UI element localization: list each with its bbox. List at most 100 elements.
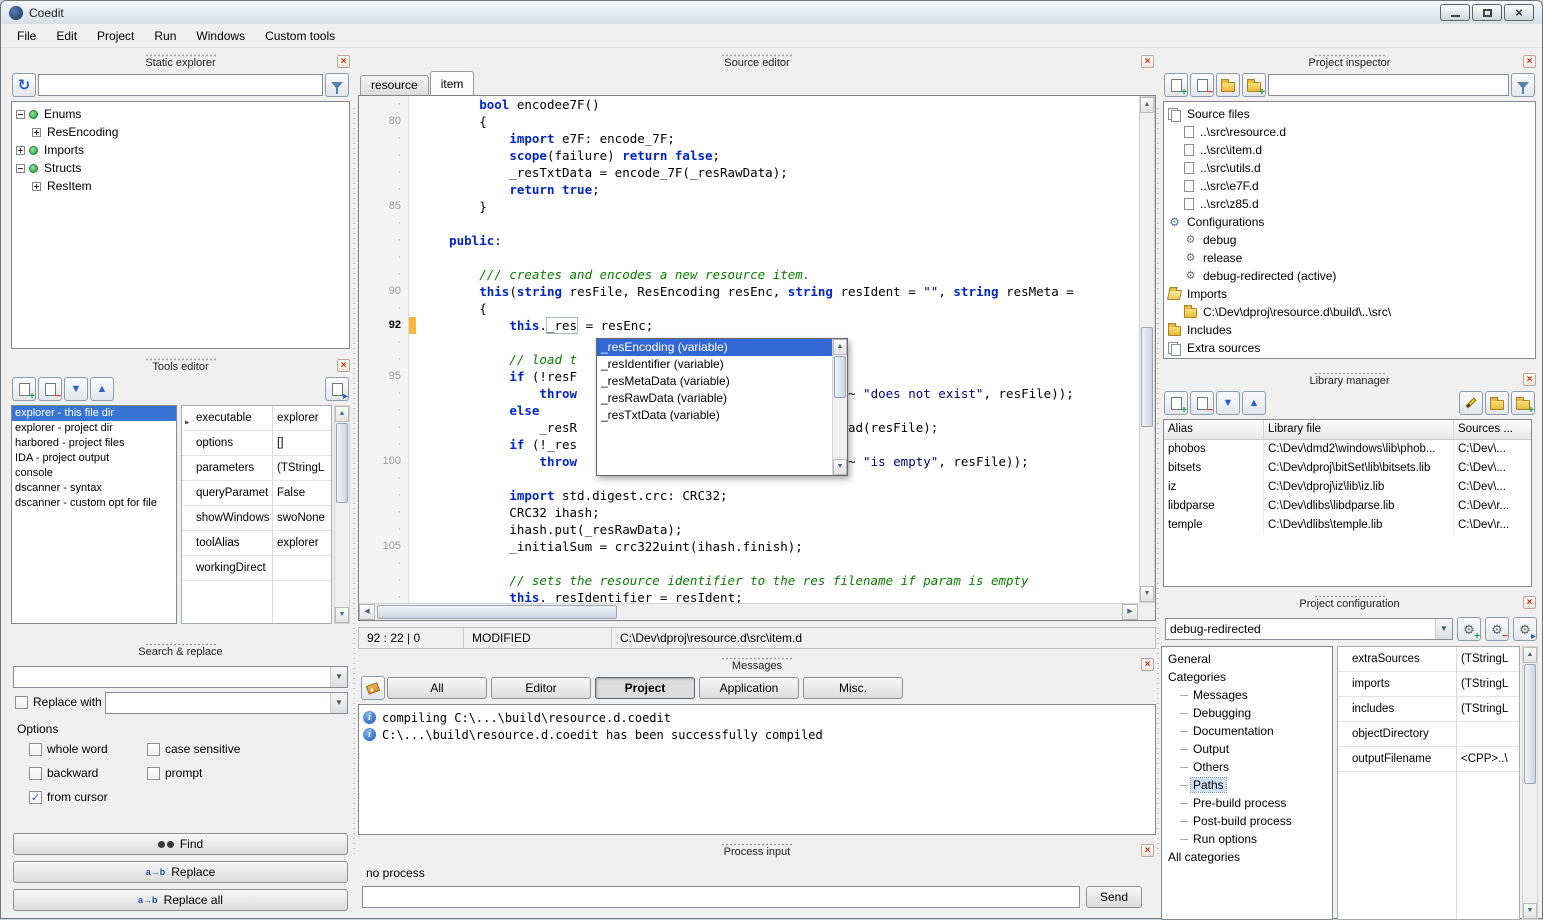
add-library-button[interactable]: + xyxy=(1164,391,1188,415)
column-header[interactable]: Alias xyxy=(1164,420,1264,439)
search-replace-header[interactable]: Search & replace xyxy=(9,642,352,660)
code-line[interactable]: · public: xyxy=(359,232,1138,249)
tool-item[interactable]: IDA - project output xyxy=(12,451,176,466)
panel-close-icon[interactable]: × xyxy=(1141,658,1154,671)
left-splitter[interactable] xyxy=(353,108,355,858)
scroll-down-icon[interactable]: ▼ xyxy=(335,607,349,623)
menu-item-custom-tools[interactable]: Custom tools xyxy=(255,26,345,46)
category-item[interactable]: Debugging xyxy=(1162,704,1332,722)
configuration-scrollbar[interactable]: ▲ ▼ xyxy=(1522,646,1538,920)
symbol-item[interactable]: ResEncoding xyxy=(12,123,349,141)
config-property-row[interactable]: outputFilename<CPP>..\ xyxy=(1338,747,1519,772)
completion-item[interactable]: _resIdentifier (variable) xyxy=(597,356,832,373)
edit-library-button[interactable] xyxy=(1459,391,1483,415)
menu-item-windows[interactable]: Windows xyxy=(186,26,255,46)
scroll-up-icon[interactable]: ▲ xyxy=(1140,97,1154,113)
code-line[interactable]: 92 this._res = resEnc; xyxy=(359,317,1138,334)
project-item[interactable]: Source files xyxy=(1164,105,1535,123)
code-line[interactable]: 85 } xyxy=(359,198,1138,215)
expand-icon[interactable] xyxy=(32,128,41,137)
menu-item-file[interactable]: File xyxy=(7,26,46,46)
panel-close-icon[interactable]: × xyxy=(1523,373,1536,386)
code-line[interactable]: · CRC32 ihash; xyxy=(359,504,1138,521)
remove-library-button[interactable]: − xyxy=(1190,391,1214,415)
library-row[interactable]: phobosC:\Dev\dmd2\windows\lib\phob...C:\… xyxy=(1164,440,1531,459)
code-line[interactable]: · xyxy=(359,215,1138,232)
category-item[interactable]: General xyxy=(1162,650,1332,668)
category-item[interactable]: Pre-build process xyxy=(1162,794,1332,812)
scroll-up-icon[interactable]: ▲ xyxy=(833,339,847,355)
tools-grid-scrollbar[interactable]: ▲ ▼ xyxy=(334,405,350,624)
filter-button[interactable] xyxy=(325,73,349,97)
code-line[interactable]: · import std.digest.crc: CRC32; xyxy=(359,487,1138,504)
chevron-down-icon[interactable]: ▼ xyxy=(1435,619,1452,639)
scroll-down-icon[interactable]: ▼ xyxy=(1523,903,1537,919)
move-library-up-button[interactable]: ▲ xyxy=(1242,391,1266,415)
tool-property-row[interactable]: options[] xyxy=(182,431,331,456)
library-row[interactable]: libdparseC:\Dev\dlibs\libdparse.libC:\De… xyxy=(1164,497,1531,516)
project-item[interactable]: Extra sources xyxy=(1164,339,1535,357)
category-item[interactable]: Messages xyxy=(1162,686,1332,704)
config-property-row[interactable]: extraSources(TStringL xyxy=(1338,647,1519,672)
search-term-combobox[interactable]: ▼ xyxy=(13,666,348,688)
completion-item[interactable]: _resRawData (variable) xyxy=(597,390,832,407)
project-inspector-header[interactable]: Project inspector × xyxy=(1161,53,1538,71)
library-row[interactable]: izC:\Dev\dproj\iz\lib\iz.libC:\Dev\... xyxy=(1164,478,1531,497)
config-property-value[interactable]: (TStringL xyxy=(1456,653,1519,665)
category-item[interactable]: Others xyxy=(1162,758,1332,776)
tool-item[interactable]: harbored - project files xyxy=(12,436,176,451)
code-line[interactable]: · return true; xyxy=(359,181,1138,198)
tab-item[interactable]: item xyxy=(430,71,475,95)
tool-item[interactable]: explorer - this file dir xyxy=(12,406,176,421)
scroll-up-icon[interactable]: ▲ xyxy=(335,406,349,422)
move-tool-up-button[interactable]: ▲ xyxy=(90,377,114,401)
config-property-row[interactable]: includes(TStringL xyxy=(1338,697,1519,722)
category-item[interactable]: All categories xyxy=(1162,848,1332,866)
replace-all-button[interactable]: a→b Replace all xyxy=(13,889,348,911)
tool-property-value[interactable]: explorer xyxy=(272,412,331,424)
tool-item[interactable]: dscanner - syntax xyxy=(12,481,176,496)
config-property-value[interactable]: <CPP>..\ xyxy=(1456,753,1519,765)
completion-item[interactable]: _resMetaData (variable) xyxy=(597,373,832,390)
menu-item-project[interactable]: Project xyxy=(87,26,144,46)
collapse-icon[interactable] xyxy=(16,164,25,173)
config-property-value[interactable]: (TStringL xyxy=(1456,678,1519,690)
project-item[interactable]: ⚙Configurations xyxy=(1164,213,1535,231)
tool-property-value[interactable]: [] xyxy=(272,437,331,449)
close-button[interactable]: × xyxy=(1504,4,1534,21)
filter-editor[interactable]: Editor xyxy=(491,677,591,699)
checkbox-case-sensitive[interactable]: case sensitive xyxy=(147,742,348,756)
code-editor[interactable]: · bool encodee7F()80 {· import e7F: enco… xyxy=(358,95,1156,621)
filter-button[interactable] xyxy=(1511,73,1535,97)
chevron-down-icon[interactable]: ▼ xyxy=(330,693,347,713)
inspector-filter-input[interactable] xyxy=(1268,74,1509,96)
add-folder-button[interactable] xyxy=(1216,73,1240,97)
config-property-row[interactable]: objectDirectory xyxy=(1338,722,1519,747)
menu-item-run[interactable]: Run xyxy=(144,26,186,46)
scroll-right-icon[interactable]: ▶ xyxy=(1122,604,1138,620)
tools-editor-header[interactable]: Tools editor × xyxy=(9,357,352,375)
code-line[interactable]: · // sets the resource identifier to the… xyxy=(359,572,1138,589)
library-row[interactable]: templeC:\Dev\dlibs\temple.libC:\Dev\r... xyxy=(1164,516,1531,535)
open-library-file-button[interactable] xyxy=(1485,391,1509,415)
config-property-value[interactable]: (TStringL xyxy=(1456,703,1519,715)
tool-property-row[interactable]: workingDirect xyxy=(182,556,331,581)
code-line[interactable]: · ihash.put(_resRawData); xyxy=(359,521,1138,538)
library-manager-header[interactable]: Library manager × xyxy=(1161,371,1538,389)
collapse-icon[interactable] xyxy=(16,110,25,119)
scroll-up-icon[interactable]: ▲ xyxy=(1523,647,1537,663)
symbol-item[interactable]: Structs xyxy=(12,159,349,177)
remove-source-button[interactable]: − xyxy=(1190,73,1214,97)
category-item[interactable]: Documentation xyxy=(1162,722,1332,740)
tool-property-value[interactable]: False xyxy=(272,487,331,499)
chevron-down-icon[interactable]: ▼ xyxy=(330,667,347,687)
scrollbar-thumb[interactable] xyxy=(377,605,617,619)
symbol-item[interactable]: Imports xyxy=(12,141,349,159)
add-source-button[interactable]: + xyxy=(1164,73,1188,97)
project-item[interactable]: Includes xyxy=(1164,321,1535,339)
tool-property-value[interactable]: (TStringL xyxy=(272,462,331,474)
scroll-down-icon[interactable]: ▼ xyxy=(833,459,847,475)
code-line[interactable]: · { xyxy=(359,300,1138,317)
category-item[interactable]: Categories xyxy=(1162,668,1332,686)
config-property-row[interactable]: imports(TStringL xyxy=(1338,672,1519,697)
